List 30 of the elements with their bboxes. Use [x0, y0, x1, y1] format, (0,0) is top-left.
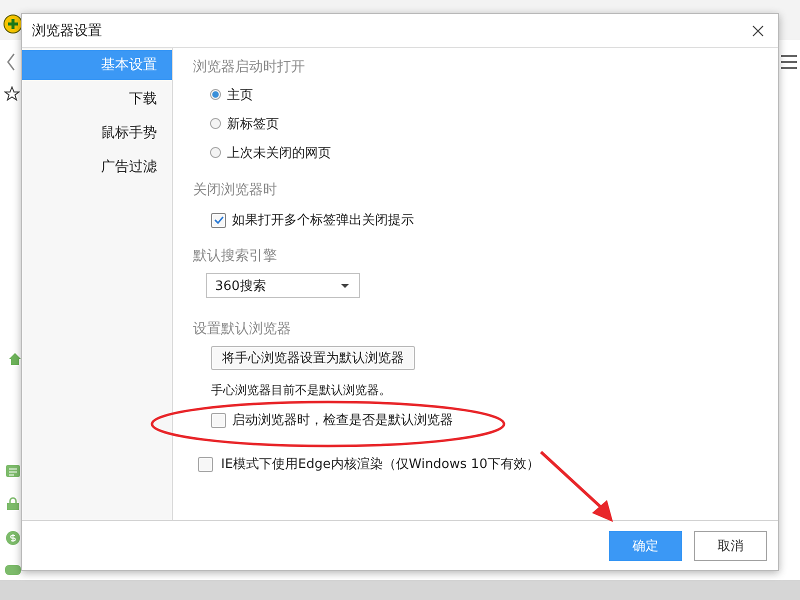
radio-label: 主页	[227, 86, 253, 104]
home-icon	[8, 352, 22, 366]
star-icon	[4, 86, 20, 102]
checkbox-label: IE模式下使用Edge内核渲染（仅Windows 10下有效）	[221, 456, 540, 473]
caret-icon	[341, 284, 349, 288]
radio-button[interactable]	[210, 118, 221, 129]
radio-button[interactable]	[210, 89, 221, 100]
checkbox[interactable]	[198, 456, 213, 472]
section-heading: 设置默认浏览器	[193, 320, 291, 338]
cancel-button[interactable]: 取消	[694, 530, 767, 560]
section-heading: 浏览器启动时打开	[193, 58, 305, 76]
checkbox-label: 如果打开多个标签弹出关闭提示	[232, 212, 414, 229]
radio-label: 上次未关闭的网页	[227, 144, 331, 162]
section-heading: 关闭浏览器时	[193, 181, 277, 199]
radio-button[interactable]	[210, 147, 221, 158]
sidebar-item[interactable]: 广告过滤	[22, 152, 172, 182]
checkbox-label: 启动浏览器时，检查是否是默认浏览器	[232, 412, 453, 429]
search-engine-dropdown[interactable]: 360搜索	[206, 273, 360, 298]
menu-icon	[781, 55, 797, 69]
checkbox[interactable]	[211, 412, 226, 428]
status-text: 手心浏览器目前不是默认浏览器。	[211, 382, 391, 399]
sidebar-item[interactable]: 下载	[22, 84, 172, 114]
section-heading: 默认搜索引擎	[193, 247, 277, 265]
close-icon[interactable]	[752, 24, 764, 36]
sidebar-item[interactable]: 鼠标手势	[22, 118, 172, 148]
set-default-button[interactable]: 将手心浏览器设置为默认浏览器	[211, 346, 415, 370]
bag-icon	[6, 497, 20, 511]
checkbox[interactable]	[211, 212, 226, 228]
radio-label: 新标签页	[227, 116, 279, 132]
dialog-title: 浏览器设置	[32, 22, 102, 40]
